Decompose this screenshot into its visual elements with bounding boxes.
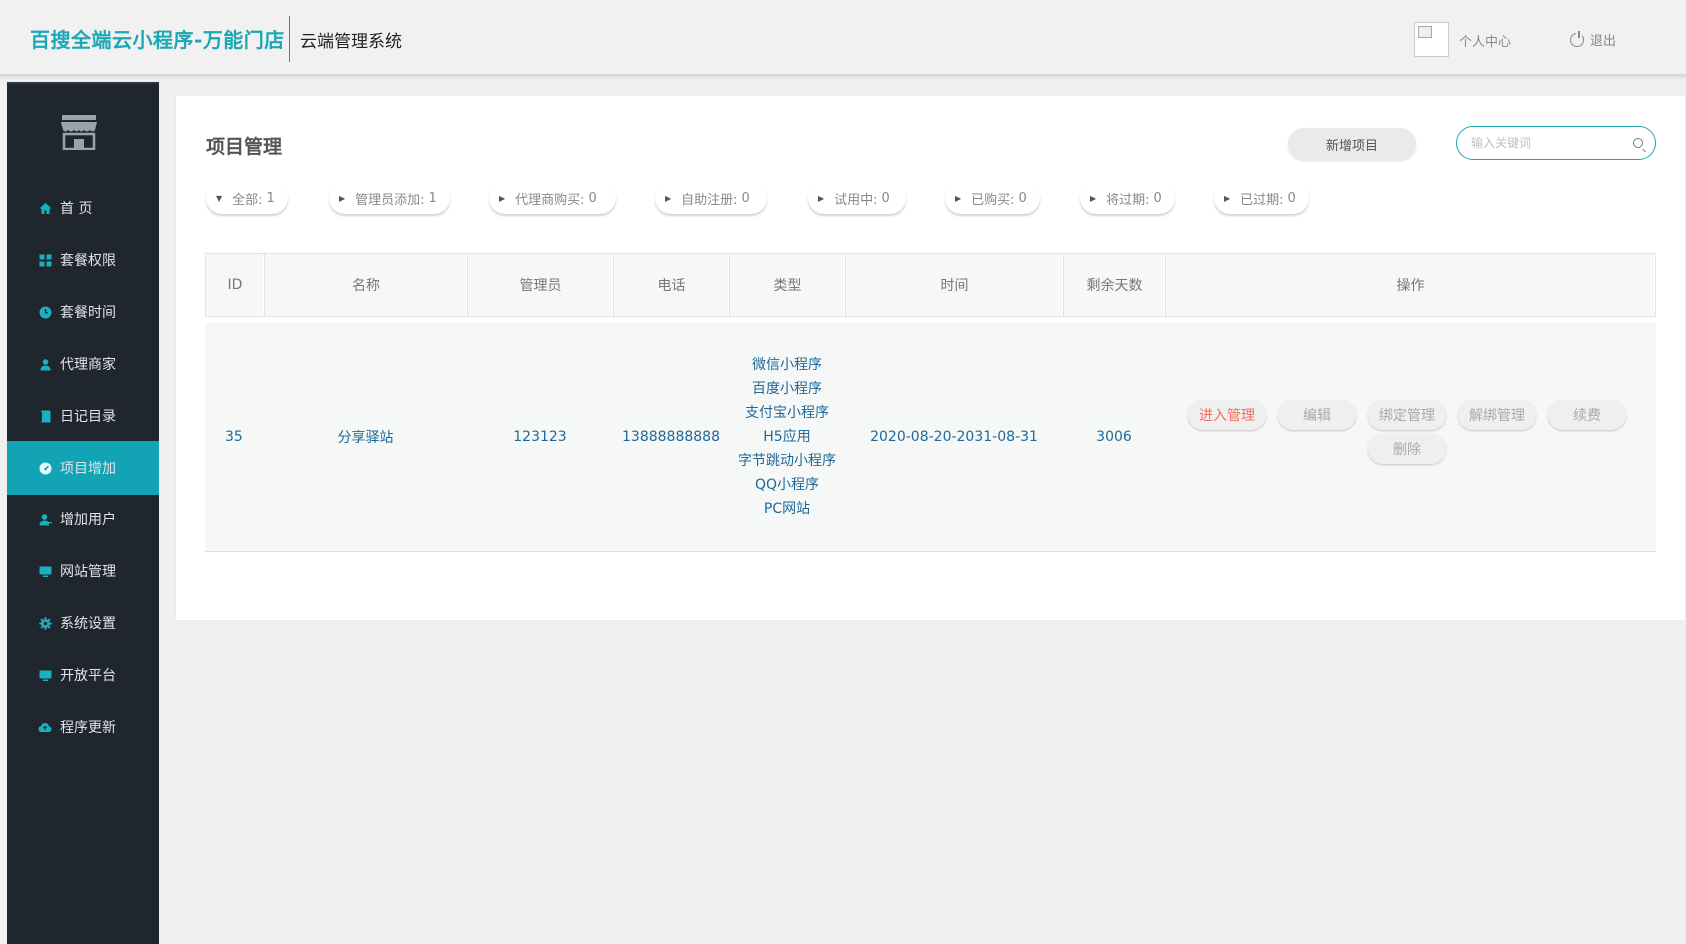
type-item: 支付宝小程序 [745,405,829,421]
type-item: H5应用 [763,429,811,445]
platform-icon [38,668,52,682]
sidebar-item-add-user[interactable]: 增加用户 [7,492,159,546]
table-header: ID 名称 管理员 电话 类型 时间 剩余天数 操作 [205,253,1656,317]
page-title: 项目管理 [206,136,283,158]
filter-self-registered[interactable]: ▶ 自助注册: 0 [655,182,767,214]
type-item: 微信小程序 [752,357,822,373]
unbind-management-button[interactable]: 解绑管理 [1458,400,1536,430]
triangle-right-icon: ▶ [665,193,672,203]
monitor-icon [38,564,52,578]
filter-trial[interactable]: ▶ 试用中: 0 [808,182,906,214]
sidebar-item-packages[interactable]: 套餐权限 [7,233,159,287]
filter-expired[interactable]: ▶ 已过期: 0 [1214,182,1309,214]
cell-id: 35 [225,429,243,445]
type-item: QQ小程序 [754,477,820,493]
enter-management-button[interactable]: 进入管理 [1188,400,1266,430]
cloud-icon [38,720,52,734]
book-icon [38,409,52,423]
search-box [1456,126,1656,160]
column-header-admin: 管理员 [468,254,614,316]
triangle-right-icon: ▶ [1224,193,1231,203]
grid-icon [38,253,52,267]
column-header-phone: 电话 [614,254,730,316]
top-header: 百搜全端云小程序-万能门店 云端管理系统 个人中心 退出 [0,0,1686,75]
filter-admin-added[interactable]: ▶ 管理员添加: 1 [329,182,450,214]
sidebar-item-label: 网站管理 [60,564,116,580]
home-icon [38,201,52,215]
personal-center-link[interactable]: 个人中心 [1459,31,1511,50]
sidebar-item-sites[interactable]: 网站管理 [7,544,159,598]
sidebar-item-updates[interactable]: 程序更新 [7,700,159,754]
column-header-days: 剩余天数 [1064,254,1166,316]
renew-button[interactable]: 续费 [1548,400,1626,430]
sidebar-item-label: 系统设置 [60,616,116,632]
column-header-name: 名称 [265,254,468,316]
triangle-right-icon: ▶ [339,193,346,203]
project-table: ID 名称 管理员 电话 类型 时间 剩余天数 操作 35 分享驿站 12312… [205,253,1656,552]
logout-button[interactable]: 退出 [1570,30,1616,49]
sidebar-item-agents[interactable]: 代理商家 [7,337,159,391]
triangle-right-icon: ▶ [818,193,825,203]
sidebar-item-add-project[interactable]: 项目增加 [7,441,159,495]
sidebar-item-logs[interactable]: 日记目录 [7,389,159,443]
type-item: PC网站 [763,501,811,517]
edit-button[interactable]: 编辑 [1278,400,1356,430]
filter-all[interactable]: ▼ 全部: 1 [206,182,288,214]
dashboard-icon [38,461,52,475]
column-header-type: 类型 [730,254,846,316]
add-user-icon [38,512,52,526]
column-header-id: ID [206,254,265,316]
delete-button[interactable]: 删除 [1368,434,1446,464]
triangle-right-icon: ▶ [1090,193,1097,203]
gear-icon [38,616,52,630]
column-header-actions: 操作 [1166,254,1655,316]
power-icon [1570,30,1584,47]
sidebar-item-label: 套餐权限 [60,253,116,269]
user-icon [38,357,52,371]
sidebar-item-label: 套餐时间 [60,305,116,321]
sidebar-item-label: 增加用户 [60,512,116,528]
brand-title: 百搜全端云小程序-万能门店 [30,28,285,52]
project-panel: 项目管理 新增项目 ▼ 全部: 1 ▶ 管理员添加: 1 ▶ 代理商购买: 0 … [175,95,1686,621]
cell-days: 3006 [1096,429,1132,445]
triangle-down-icon: ▼ [216,193,223,203]
filter-purchased[interactable]: ▶ 已购买: 0 [945,182,1040,214]
sidebar-item-label: 代理商家 [60,357,116,373]
bind-management-button[interactable]: 绑定管理 [1368,400,1446,430]
system-subtitle: 云端管理系统 [300,32,402,52]
avatar[interactable] [1414,22,1449,57]
sidebar-item-label: 项目增加 [60,461,116,477]
sidebar-item-label: 开放平台 [60,668,116,684]
new-project-button[interactable]: 新增项目 [1288,128,1416,160]
cell-types: 微信小程序 百度小程序 支付宝小程序 H5应用 字节跳动小程序 QQ小程序 PC… [729,323,845,551]
type-item: 百度小程序 [752,381,822,397]
search-icon[interactable] [1633,138,1643,148]
cell-actions: 进入管理 编辑 绑定管理 解绑管理 续费 删除 [1165,323,1654,551]
sidebar-item-label: 程序更新 [60,720,116,736]
sidebar-item-package-time[interactable]: 套餐时间 [7,285,159,339]
brand-divider [289,16,290,62]
table-row: 35 分享驿站 123123 13888888888 微信小程序 百度小程序 支… [205,323,1656,552]
filter-expiring[interactable]: ▶ 将过期: 0 [1080,182,1175,214]
sidebar-item-settings[interactable]: 系统设置 [7,596,159,650]
sidebar-item-label: 日记目录 [60,409,116,425]
store-icon [61,115,97,150]
triangle-right-icon: ▶ [955,193,962,203]
cell-time: 2020-08-20-2031-08-31 [870,429,1038,445]
logout-label: 退出 [1590,34,1617,49]
cell-phone: 13888888888 [622,429,720,445]
sidebar-item-open-platform[interactable]: 开放平台 [7,648,159,702]
cell-name: 分享驿站 [337,430,394,446]
clock-icon [38,305,52,319]
filter-agent-purchased[interactable]: ▶ 代理商购买: 0 [489,182,616,214]
search-input[interactable] [1471,127,1631,159]
sidebar-item-home[interactable]: 首 页 [7,181,159,235]
cell-admin: 123123 [513,429,567,445]
triangle-right-icon: ▶ [499,193,506,203]
sidebar: 首 页 套餐权限 套餐时间 代理商家 日记目录 项目增加 增加用户 网站管理 系… [7,82,159,944]
column-header-time: 时间 [846,254,1064,316]
type-item: 字节跳动小程序 [738,453,836,469]
sidebar-item-label: 首 页 [60,201,93,217]
